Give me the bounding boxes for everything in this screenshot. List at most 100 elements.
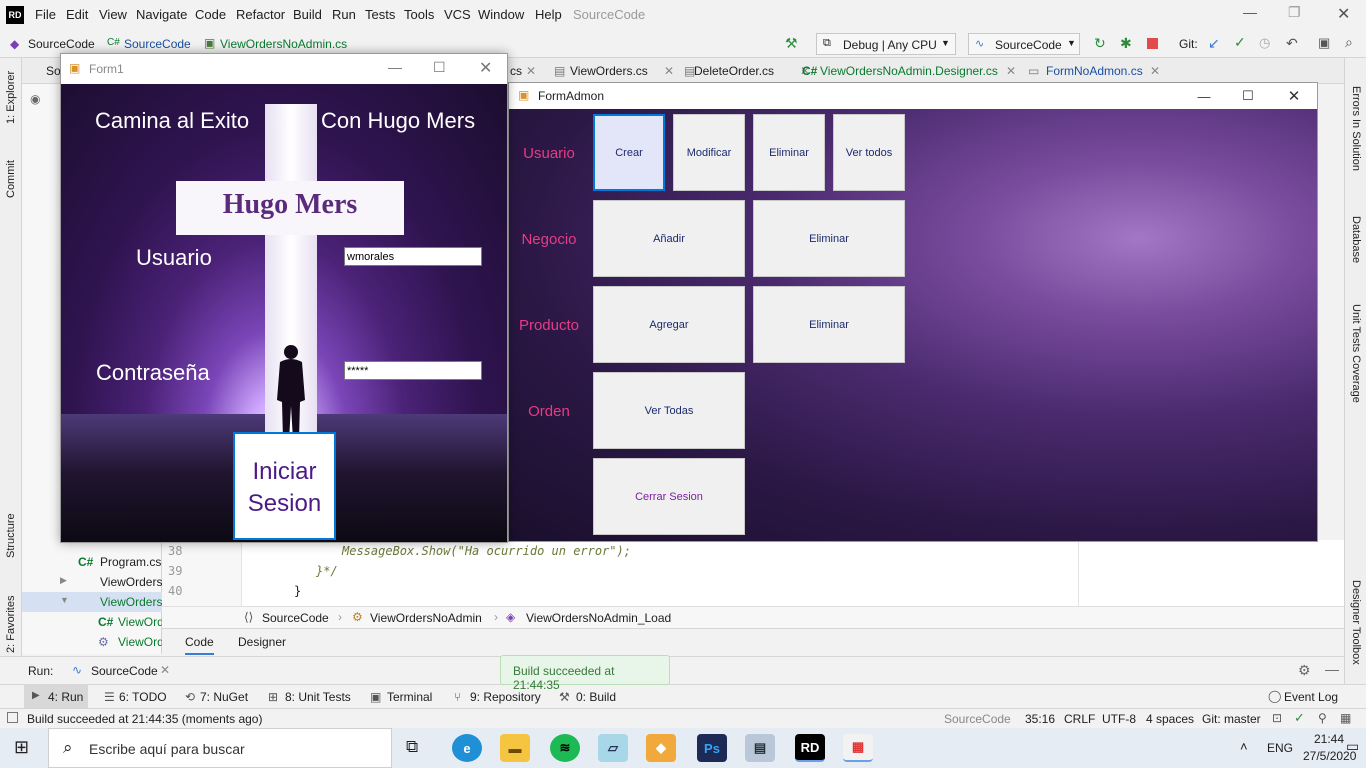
status-git-branch[interactable]: Git: master [1202,712,1261,726]
code-editor[interactable]: 38 39 40 MessageBox.Show("Ha ocurrido un… [162,540,1344,606]
tool-unit-tests-coverage[interactable]: Unit Tests Coverage [1350,304,1362,403]
tab-designer[interactable]: ViewOrdersNoAdmin.Designer.cs [820,64,998,78]
tab-partial[interactable]: So [46,64,61,78]
hide-icon[interactable]: — [1325,661,1339,677]
status-position[interactable]: 35:16 [1025,712,1055,726]
lock-icon[interactable]: ⊡ [1272,711,1282,725]
menu-refactor[interactable]: Refactor [236,7,285,22]
tool-unit-tests[interactable]: 8: Unit Tests [285,690,351,704]
tool-event-log[interactable]: Event Log [1284,690,1338,704]
restore-icon[interactable]: ❐ [1288,4,1301,21]
menu-tools[interactable]: Tools [404,7,434,22]
tool-run[interactable]: ▶ 4: Run [24,685,88,708]
inspection-icon[interactable]: ⚲ [1318,711,1327,725]
run-tab[interactable]: SourceCode [91,664,158,678]
explorer-settings-icon[interactable]: ◉ [30,92,40,106]
menu-help[interactable]: Help [535,7,562,22]
caret-up-icon[interactable]: ˄ [1240,739,1248,754]
winforms-app-icon[interactable]: ▦ [843,734,873,762]
menu-window[interactable]: Window [478,7,524,22]
close-icon[interactable]: ✕ [1271,83,1317,109]
list-item[interactable]: ⚙ ViewOrd [22,632,164,652]
menu-edit[interactable]: Edit [66,7,88,22]
tab-deleteorder[interactable]: DeleteOrder.cs [694,64,774,78]
run-config-dropdown[interactable]: ∿ SourceCode ▼ [968,33,1080,55]
monitor-icon[interactable]: ▤ [745,734,775,762]
modificar-user-button[interactable]: Modificar [673,114,745,191]
tool-build[interactable]: 0: Build [576,690,616,704]
list-item[interactable]: ▶ ViewOrders [22,572,162,592]
agregar-producto-button[interactable]: Agregar [593,286,745,363]
status-encoding[interactable]: UTF-8 [1102,712,1136,726]
dev-tool-icon[interactable]: ◆ [646,734,676,762]
login-button[interactable]: Iniciar Sesion [233,432,336,540]
menu-code[interactable]: Code [195,7,226,22]
windows-start-icon[interactable]: ⊞ [14,737,29,758]
minimize-icon[interactable]: — [388,59,402,75]
tab-vieworders[interactable]: ViewOrders.cs [570,64,648,78]
nav-crumb-solution[interactable]: SourceCode [28,37,95,51]
form1-titlebar[interactable]: ▣ Form1 — ☐ ✕ [61,54,507,84]
close-icon[interactable]: ✕ [664,64,674,78]
tool-favorites[interactable]: 2: Favorites [5,596,17,653]
tool-repository[interactable]: 9: Repository [470,690,541,704]
tool-errors[interactable]: Errors In Solution [1350,86,1362,171]
layout-icon[interactable]: ▣ [1318,35,1330,51]
menu-navigate[interactable]: Navigate [136,7,187,22]
tab-designer[interactable]: Designer [238,635,286,649]
tab-formnoadmon[interactable]: FormNoAdmon.cs [1046,64,1143,78]
eliminar-negocio-button[interactable]: Eliminar [753,200,905,277]
menu-run[interactable]: Run [332,7,356,22]
git-rollback-icon[interactable]: ↶ [1286,35,1298,52]
list-item-selected[interactable]: ▼ ViewOrders [22,592,162,612]
minimize-icon[interactable]: — [1243,4,1257,20]
stop-icon[interactable] [1147,38,1158,49]
password-input[interactable] [344,361,482,380]
ver-todas-ordenes-button[interactable]: Ver Todas [593,372,745,449]
tool-explorer[interactable]: 1: Explorer [5,71,17,124]
configuration-dropdown[interactable]: ⧉ Debug | Any CPU ▼ [816,33,956,55]
tab-code[interactable]: Code [185,635,214,655]
check-icon[interactable]: ✓ [1294,710,1305,726]
maximize-icon[interactable]: ☐ [433,59,446,76]
git-update-icon[interactable]: ↙ [1208,35,1220,52]
menu-tests[interactable]: Tests [365,7,395,22]
photoshop-icon[interactable]: Ps [697,734,727,762]
menu-vcs[interactable]: VCS [444,7,471,22]
anadir-negocio-button[interactable]: Añadir [593,200,745,277]
git-commit-icon[interactable]: ✓ [1234,34,1246,51]
breadcrumb-namespace[interactable]: SourceCode [262,611,329,625]
tool-database[interactable]: Database [1350,216,1362,263]
eliminar-user-button[interactable]: Eliminar [753,114,825,191]
task-view-icon[interactable]: ⧉ [406,737,418,757]
notes-icon[interactable]: ▱ [598,734,628,762]
crear-user-button[interactable]: Crear [593,114,665,191]
spotify-icon[interactable]: ≋ [550,734,580,762]
username-input[interactable] [344,247,482,266]
close-icon[interactable]: ✕ [160,663,170,677]
close-icon[interactable]: ✕ [1150,64,1160,78]
tool-structure[interactable]: Structure [5,513,17,558]
memory-icon[interactable]: ▦ [1340,711,1351,725]
git-history-icon[interactable]: ◷ [1259,35,1270,51]
formadmon-titlebar[interactable]: ▣ FormAdmon — ☐ ✕ [509,83,1317,109]
status-indent[interactable]: 4 spaces [1146,712,1194,726]
build-notification[interactable]: Build succeeded at 21:44:35 [500,655,670,692]
tool-nuget[interactable]: 7: NuGet [200,690,248,704]
tool-todo[interactable]: 6: TODO [119,690,167,704]
ver-todos-users-button[interactable]: Ver todos [833,114,905,191]
close-icon[interactable]: ✕ [479,58,492,78]
notification-icon[interactable]: ▭ [1346,738,1359,755]
menu-file[interactable]: File [35,7,56,22]
tool-commit[interactable]: Commit [5,160,17,198]
close-icon[interactable]: ✕ [526,64,536,78]
cerrar-sesion-button[interactable]: Cerrar Sesion [593,458,745,535]
search-everywhere-icon[interactable]: ⌕ [1345,34,1353,51]
minimize-icon[interactable]: — [1181,83,1227,109]
rerun-icon[interactable]: ↻ [1094,35,1106,52]
tool-designer-toolbox[interactable]: Designer Toolbox [1350,580,1362,665]
build-hammer-icon[interactable]: ⚒ [785,35,798,52]
breadcrumb-method[interactable]: ViewOrdersNoAdmin_Load [526,611,671,625]
nav-crumb-file[interactable]: ViewOrdersNoAdmin.cs [220,37,347,51]
tab-cs[interactable]: cs [510,64,522,78]
